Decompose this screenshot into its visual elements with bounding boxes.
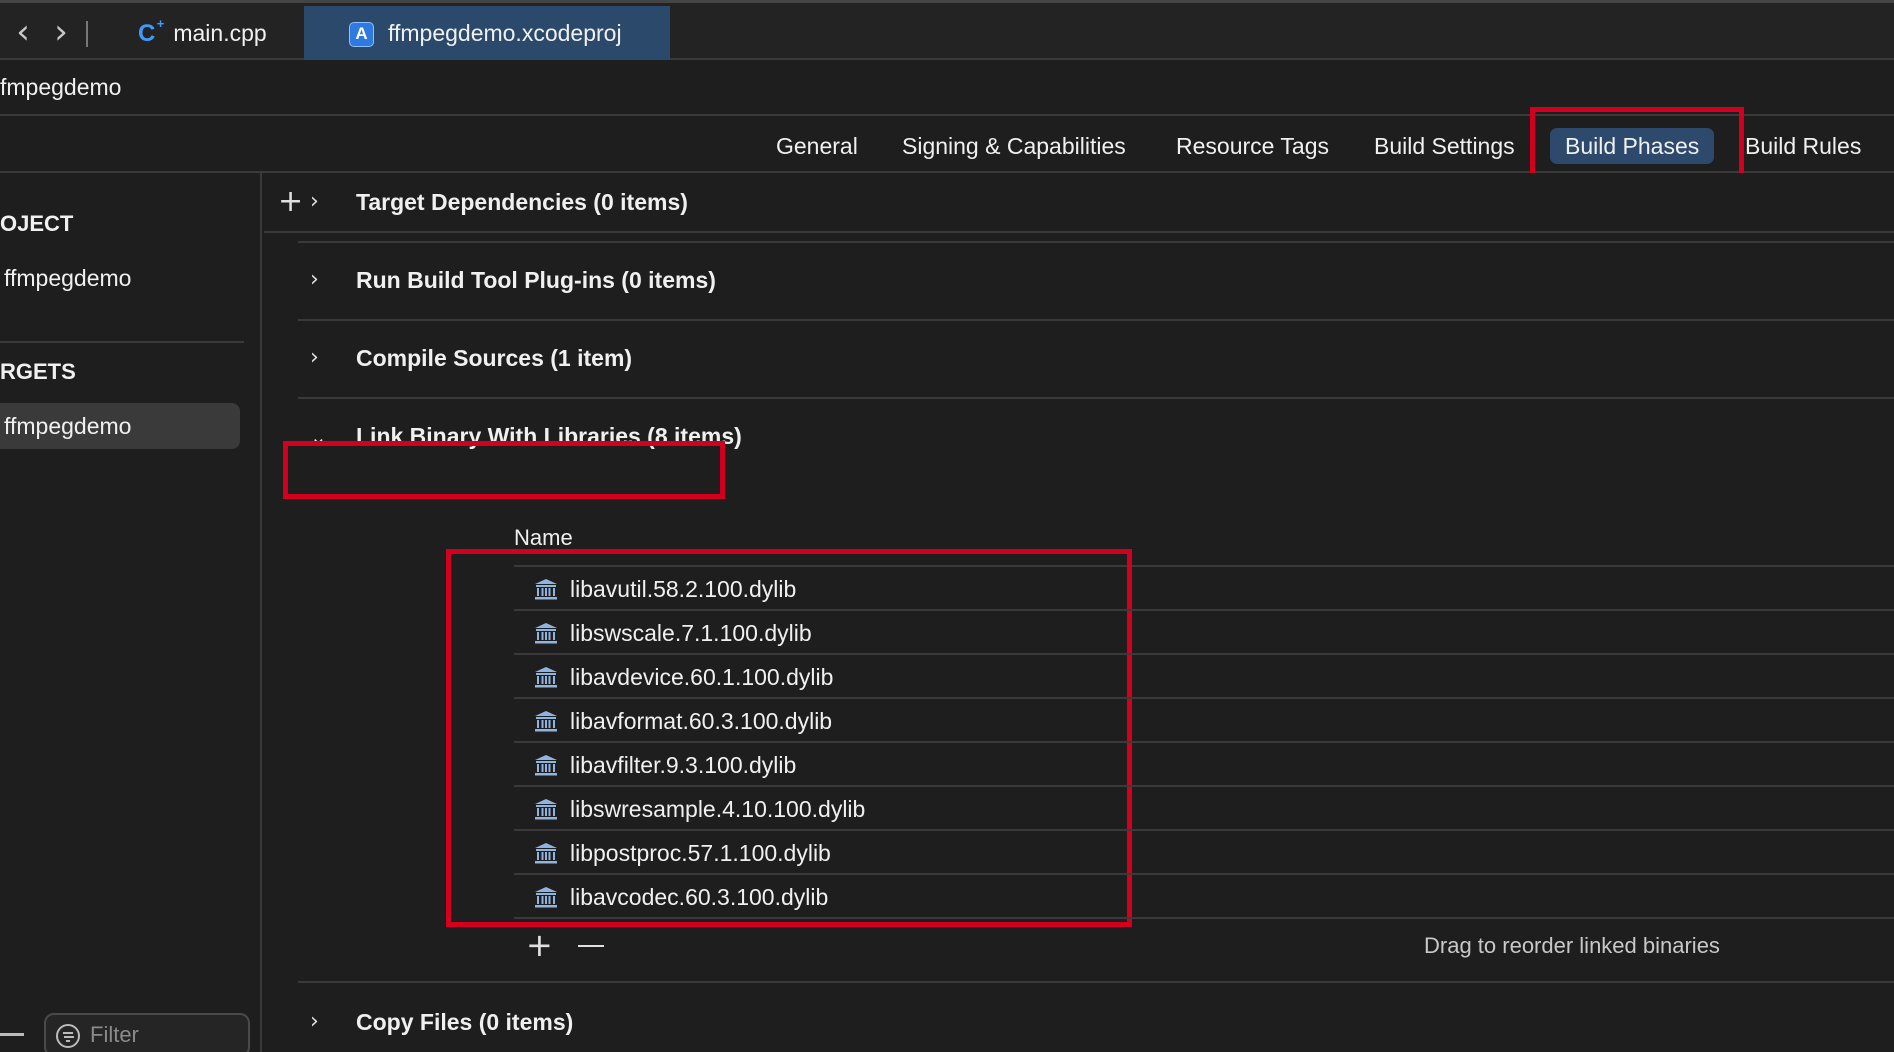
library-row[interactable]: libavfilter.9.3.100.dylib: [514, 743, 1894, 787]
library-row[interactable]: libavformat.60.3.100.dylib: [514, 699, 1894, 743]
chevron-right-icon[interactable]: ›: [310, 345, 332, 370]
add-library-icon[interactable]: +: [526, 929, 553, 961]
phase-title: Target Dependencies (0 items): [356, 189, 688, 215]
filter-icon: [56, 1024, 80, 1048]
nav-separator: [86, 21, 88, 47]
library-row[interactable]: libavutil.58.2.100.dylib: [514, 567, 1894, 611]
filter-input[interactable]: Filter: [44, 1013, 250, 1052]
back-chevron-icon[interactable]: ‹: [8, 15, 38, 51]
library-icon: [535, 711, 557, 732]
drag-reorder-note: Drag to reorder linked binaries: [1424, 933, 1720, 958]
editor-tabs: General Signing & Capabilities Resource …: [0, 107, 1894, 178]
forward-chevron-icon[interactable]: ›: [46, 15, 76, 51]
chevron-down-icon[interactable]: ⌄: [310, 425, 332, 449]
phase-title: Copy Files (0 items): [356, 1009, 574, 1035]
tab-project-label: ffmpegdemo.xcodeproj: [388, 20, 622, 46]
xcode-project-icon: [349, 22, 374, 47]
library-icon: [535, 623, 557, 644]
library-icon: [535, 843, 557, 864]
tab-project[interactable]: ffmpegdemo.xcodeproj: [304, 6, 670, 61]
phase-title: Link Binary With Libraries (8 items): [356, 423, 742, 449]
filter-placeholder: Filter: [90, 1022, 139, 1047]
phase-title: Compile Sources (1 item): [356, 345, 633, 371]
sidebar: OJECT ffmpegdemo RGETS ffmpegdemo Filter: [0, 173, 262, 1052]
tab-bar: ‹ › C+ main.cpp ffmpegdemo.xcodeproj: [0, 0, 1894, 61]
library-name: libavformat.60.3.100.dylib: [570, 708, 833, 734]
library-icon: [535, 887, 557, 908]
library-icon: [535, 799, 557, 820]
sidebar-project-header: OJECT: [0, 211, 74, 236]
library-name: libavcodec.60.3.100.dylib: [570, 884, 829, 910]
c-plus-plus-file-icon: C +: [138, 15, 165, 47]
phase-copy-files[interactable]: › Copy Files (0 items): [298, 985, 1894, 1052]
library-name: libpostproc.57.1.100.dylib: [570, 840, 831, 866]
library-name: libswscale.7.1.100.dylib: [570, 620, 812, 646]
library-icon: [535, 667, 557, 688]
sidebar-item-target-label: ffmpegdemo: [4, 413, 132, 439]
tab-resource-tags[interactable]: Resource Tags: [1176, 128, 1329, 164]
library-icon: [535, 579, 557, 600]
library-name: libavfilter.9.3.100.dylib: [570, 752, 797, 778]
library-name: libavutil.58.2.100.dylib: [570, 576, 797, 602]
phase-title: Run Build Tool Plug-ins (0 items): [356, 267, 716, 293]
library-row[interactable]: libswscale.7.1.100.dylib: [514, 611, 1894, 655]
sidebar-targets-header: RGETS: [0, 359, 76, 384]
library-row[interactable]: libavcodec.60.3.100.dylib: [514, 875, 1894, 919]
library-row[interactable]: libpostproc.57.1.100.dylib: [514, 831, 1894, 875]
tab-main-cpp[interactable]: C + main.cpp: [130, 6, 304, 61]
sidebar-item-target[interactable]: ffmpegdemo: [0, 403, 240, 449]
phase-run-build-tool-plugins[interactable]: › Run Build Tool Plug-ins (0 items): [298, 243, 1894, 321]
tab-build-settings[interactable]: Build Settings: [1374, 128, 1515, 164]
remove-target-icon[interactable]: [0, 1033, 24, 1036]
phase-divider: [298, 981, 1894, 983]
library-icon: [535, 755, 557, 776]
phase-compile-sources[interactable]: › Compile Sources (1 item): [298, 321, 1894, 399]
sidebar-item-project[interactable]: ffmpegdemo: [4, 265, 131, 292]
tab-signing-capabilities[interactable]: Signing & Capabilities: [902, 128, 1126, 164]
library-name: libavdevice.60.1.100.dylib: [570, 664, 834, 690]
phase-target-dependencies[interactable]: › Target Dependencies (0 items): [298, 173, 1894, 243]
tab-build-phases[interactable]: Build Phases: [1550, 128, 1715, 164]
chevron-right-icon[interactable]: ›: [310, 1009, 332, 1034]
sidebar-divider: [0, 341, 244, 343]
tab-general[interactable]: General: [776, 128, 858, 164]
tab-build-rules[interactable]: Build Rules: [1745, 128, 1861, 164]
breadcrumb[interactable]: fmpegdemo: [0, 74, 121, 101]
tab-main-cpp-label: main.cpp: [173, 20, 267, 46]
remove-library-icon[interactable]: [578, 945, 604, 947]
library-row[interactable]: libavdevice.60.1.100.dylib: [514, 655, 1894, 699]
chevron-right-icon[interactable]: ›: [310, 189, 332, 214]
libraries-column-name[interactable]: Name: [514, 525, 573, 551]
breadcrumb-bar: fmpegdemo: [0, 60, 1894, 116]
build-phases-panel: + › Target Dependencies (0 items) › Run …: [264, 173, 1894, 1052]
phase-link-binary[interactable]: ⌄ Link Binary With Libraries (8 items): [298, 399, 1894, 477]
chevron-right-icon[interactable]: ›: [310, 267, 332, 292]
library-row[interactable]: libswresample.4.10.100.dylib: [514, 787, 1894, 831]
library-name: libswresample.4.10.100.dylib: [570, 796, 866, 822]
